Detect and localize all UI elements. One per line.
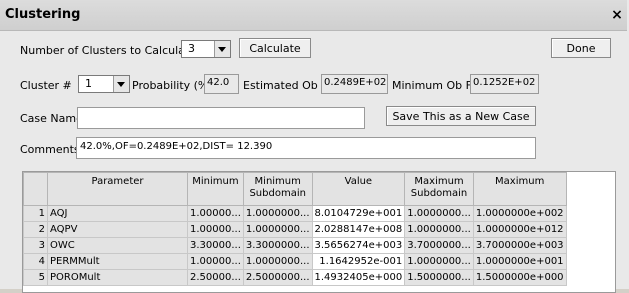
num-clusters-label: Number of Clusters to Calculate [20, 44, 196, 57]
close-icon[interactable]: × [610, 8, 624, 22]
minimum-cell: 1.00000... [187, 221, 244, 238]
value-cell[interactable]: 1.4932405e+000 [311, 269, 406, 286]
estimated-obfn-field: 0.2489E+02 [321, 74, 388, 94]
minimum-subdomain-cell[interactable]: 2.5000000... [242, 269, 313, 286]
maximum-subdomain-cell[interactable]: 3.7000000... [404, 237, 474, 254]
parameter-cell: AQJ [47, 205, 188, 222]
minimum-obfn-field: 0.1252E+02 [470, 74, 539, 94]
probability-label: Probability (%) [132, 79, 213, 92]
maximum-cell: 1.0000000e+001 [472, 253, 567, 270]
table-row[interactable]: 2 AQPV 1.00000... 1.0000000... 2.0288147… [23, 221, 567, 238]
header-maximum-subdomain[interactable]: Maximum Subdomain [404, 172, 474, 206]
header-minimum[interactable]: Minimum [187, 172, 244, 206]
case-name-input[interactable] [77, 107, 365, 129]
minimum-subdomain-cell[interactable]: 1.0000000... [242, 205, 313, 222]
maximum-subdomain-cell[interactable]: 1.0000000... [404, 205, 474, 222]
minimum-subdomain-cell[interactable]: 3.3000000... [242, 237, 313, 254]
chevron-down-icon[interactable] [214, 41, 230, 57]
table-row[interactable]: 5 POROMult 2.50000... 2.5000000... 1.493… [23, 269, 567, 286]
minimum-cell: 1.00000... [187, 253, 244, 270]
table-header-row: Parameter Minimum Minimum Subdomain Valu… [23, 172, 567, 206]
chevron-down-icon[interactable] [113, 76, 129, 92]
num-clusters-select[interactable]: 3 [181, 40, 231, 58]
cluster-number-value: 1 [85, 77, 92, 90]
value-cell[interactable]: 2.0288147e+008 [311, 221, 406, 238]
header-minimum-subdomain[interactable]: Minimum Subdomain [242, 172, 313, 206]
row-index: 3 [23, 237, 48, 254]
parameter-cell: AQPV [47, 221, 188, 238]
maximum-cell: 1.0000000e+012 [472, 221, 567, 238]
maximum-cell: 1.0000000e+002 [472, 205, 567, 222]
probability-field: 42.0 [204, 74, 239, 94]
minimum-cell: 2.50000... [187, 269, 244, 286]
minimum-subdomain-cell[interactable]: 1.0000000... [242, 253, 313, 270]
parameter-cell: POROMult [47, 269, 188, 286]
done-button[interactable]: Done [551, 38, 611, 58]
value-cell[interactable]: 1.1642952e-001 [311, 253, 406, 270]
header-row-index [23, 172, 48, 206]
cluster-number-select[interactable]: 1 [78, 75, 130, 93]
window-title: Clustering [5, 7, 81, 22]
parameter-table: Parameter Minimum Minimum Subdomain Valu… [23, 172, 567, 286]
parameter-grid[interactable]: Parameter Minimum Minimum Subdomain Valu… [22, 171, 616, 293]
maximum-subdomain-cell[interactable]: 1.0000000... [404, 221, 474, 238]
cluster-number-label: Cluster # [20, 79, 72, 92]
parameter-cell: PERMMult [47, 253, 188, 270]
num-clusters-value: 3 [188, 42, 195, 55]
value-cell[interactable]: 3.5656274e+003 [311, 237, 406, 254]
comments-input[interactable]: 42.0%,OF=0.2489E+02,DIST= 12.390 [76, 137, 536, 159]
header-value[interactable]: Value [311, 172, 406, 206]
header-parameter[interactable]: Parameter [47, 172, 188, 206]
table-row[interactable]: 3 OWC 3.30000... 3.3000000... 3.5656274e… [23, 237, 567, 254]
maximum-cell: 3.7000000e+003 [472, 237, 567, 254]
row-index: 2 [23, 221, 48, 238]
comments-label: Comments [20, 143, 80, 156]
minimum-subdomain-cell[interactable]: 1.0000000... [242, 221, 313, 238]
maximum-cell: 1.5000000e+000 [472, 269, 567, 286]
minimum-cell: 3.30000... [187, 237, 244, 254]
maximum-subdomain-cell[interactable]: 1.5000000... [404, 269, 474, 286]
title-bar: Clustering × [0, 0, 627, 31]
calculate-button[interactable]: Calculate [239, 38, 311, 58]
minimum-cell: 1.00000... [187, 205, 244, 222]
row-index: 4 [23, 253, 48, 270]
table-row[interactable]: 1 AQJ 1.00000... 1.0000000... 8.0104729e… [23, 205, 567, 222]
row-index: 5 [23, 269, 48, 286]
minimum-obfn-label: Minimum Ob Fn [392, 79, 479, 92]
maximum-subdomain-cell[interactable]: 1.0000000... [404, 253, 474, 270]
row-index: 1 [23, 205, 48, 222]
value-cell[interactable]: 8.0104729e+001 [311, 205, 406, 222]
table-row[interactable]: 4 PERMMult 1.00000... 1.0000000... 1.164… [23, 253, 567, 270]
parameter-cell: OWC [47, 237, 188, 254]
header-maximum[interactable]: Maximum [472, 172, 567, 206]
case-name-label: Case Name [20, 112, 83, 125]
clustering-window: Clustering × Number of Clusters to Calcu… [0, 0, 629, 293]
save-new-case-button[interactable]: Save This as a New Case [386, 106, 536, 126]
